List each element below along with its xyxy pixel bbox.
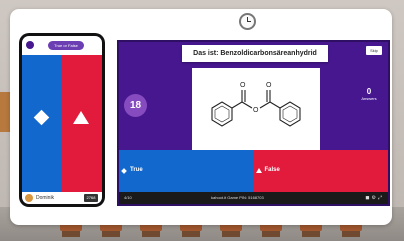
host-screen: Das ist: Benzoldicarbonsäreanhydrid Skip… [117, 40, 390, 206]
answer-true-tile: True [119, 150, 254, 192]
svg-text:O: O [253, 107, 259, 114]
svg-text:O: O [266, 82, 272, 89]
player-bar: Dominik 2768 [22, 192, 102, 204]
question-title: Das ist: Benzoldicarbonsäreanhydrid [182, 45, 328, 62]
benzoic-anhydride-structure: O O O [211, 82, 301, 127]
phone-screen: True or False Dominik 2768 [22, 36, 102, 204]
skip-button[interactable]: Skip [366, 46, 382, 55]
answers-counter: 0 Answers [354, 87, 384, 101]
answer-true-label: True [130, 167, 143, 173]
question-number: 4/10 [124, 195, 132, 200]
score-badge: 2768 [84, 194, 98, 202]
diamond-icon [121, 168, 127, 174]
molecule-image: O O O [192, 68, 320, 150]
triangle-icon [255, 168, 262, 173]
svg-text:O: O [240, 82, 246, 89]
answers-count: 0 [366, 87, 372, 96]
player-name: Dominik [36, 195, 55, 201]
game-pin: kahoot.it Game PIN: 5168703 [211, 195, 264, 200]
host-bottom-bar: 4/10 kahoot.it Game PIN: 5168703 ◼⚙⤢ [119, 192, 388, 204]
menu-icon[interactable] [26, 41, 34, 49]
true-answer-button[interactable] [22, 55, 62, 192]
question-type-pill: True or False [48, 41, 84, 50]
phone-topbar: True or False [22, 36, 102, 55]
countdown-timer: 18 [124, 94, 147, 117]
fullscreen-icon[interactable]: ⤢ [378, 195, 384, 201]
clock-icon [239, 13, 256, 30]
answer-false-tile: False [253, 150, 388, 192]
answer-false-label: False [264, 167, 280, 173]
triangle-icon [73, 111, 89, 124]
player-phone: True or False Dominik 2768 [19, 33, 105, 207]
toolbar-icons: ◼⚙⤢ [365, 195, 384, 201]
avatar [25, 194, 33, 202]
answers-label: Answers [361, 96, 377, 101]
diamond-icon [33, 109, 50, 126]
false-answer-button[interactable] [62, 55, 102, 192]
